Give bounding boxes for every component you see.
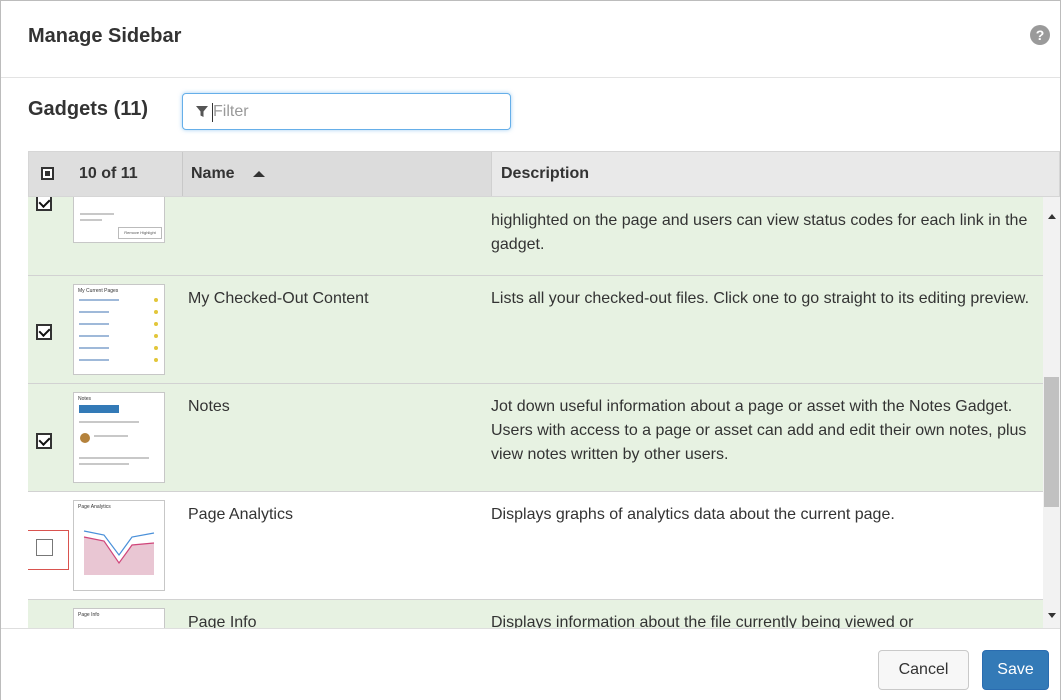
help-icon[interactable]: ? xyxy=(1030,25,1050,45)
gadget-description: Lists all your checked-out files. Click … xyxy=(491,290,1030,307)
filter-field[interactable] xyxy=(182,93,511,130)
row-checkbox[interactable] xyxy=(36,324,52,340)
gadget-name: Page Info xyxy=(188,614,257,628)
table-row[interactable]: Page Analytics Page Analytics Displays g… xyxy=(28,492,1043,600)
gadget-description: Displays information about the file curr… xyxy=(491,614,914,628)
description-column-header: Description xyxy=(491,152,1060,196)
dialog-footer: Cancel Save xyxy=(1,628,1060,700)
name-column-header[interactable]: Name xyxy=(182,152,492,196)
save-button[interactable]: Save xyxy=(982,650,1049,690)
name-column-label: Name xyxy=(191,165,235,182)
thumbnail-button: Remove Highlight xyxy=(118,227,162,239)
thumbnail-title: Page Analytics xyxy=(78,504,111,510)
gadget-thumbnail: Page Analytics xyxy=(73,500,165,591)
select-all-header[interactable]: 10 of 11 xyxy=(29,152,182,196)
row-checkbox[interactable] xyxy=(36,197,52,211)
gadget-list: Remove Highlight highlighted on the page… xyxy=(28,197,1043,628)
dialog-title: Manage Sidebar xyxy=(28,25,182,47)
selection-count: 10 of 11 xyxy=(79,165,138,182)
funnel-icon xyxy=(196,106,208,117)
manage-sidebar-dialog: Manage Sidebar ? Gadgets (11) 10 of 11 N… xyxy=(0,0,1061,700)
thumbnail-title: Notes xyxy=(78,396,92,402)
cancel-button[interactable]: Cancel xyxy=(878,650,969,690)
description-column-label: Description xyxy=(501,165,590,182)
gadget-description: Displays graphs of analytics data about … xyxy=(491,506,895,523)
scroll-up-icon[interactable] xyxy=(1048,214,1056,219)
focus-outline xyxy=(28,530,69,570)
gadget-thumbnail: Remove Highlight xyxy=(73,197,165,243)
gadget-thumbnail: Page Info xyxy=(73,608,165,628)
table-row[interactable]: My Current Pages My Checked-Out Content … xyxy=(28,276,1043,384)
gadget-thumbnail: My Current Pages xyxy=(73,284,165,375)
table-row[interactable]: Remove Highlight highlighted on the page… xyxy=(28,197,1043,276)
gadget-name: Notes xyxy=(188,398,230,415)
table-row[interactable]: Page Info Page Info Displays information… xyxy=(28,600,1043,628)
gadget-name: Page Analytics xyxy=(188,506,293,523)
row-checkbox[interactable] xyxy=(36,433,52,449)
gadget-thumbnail: Notes xyxy=(73,392,165,483)
scrollbar[interactable] xyxy=(1043,197,1060,628)
thumbnail-title: Page Info xyxy=(78,612,100,618)
table-header: 10 of 11 Name Description xyxy=(28,151,1060,197)
sort-ascending-icon xyxy=(253,171,265,177)
select-all-checkbox[interactable] xyxy=(41,167,54,180)
analytics-chart-icon xyxy=(83,530,155,575)
gadget-description: highlighted on the page and users can vi… xyxy=(491,212,1028,253)
filter-input[interactable] xyxy=(213,101,493,123)
table-row[interactable]: Notes Notes Jot down useful information … xyxy=(28,384,1043,492)
scroll-down-icon[interactable] xyxy=(1048,613,1056,618)
scrollbar-thumb[interactable] xyxy=(1044,377,1059,507)
dialog-header: Manage Sidebar ? xyxy=(1,1,1060,78)
thumbnail-title: My Current Pages xyxy=(78,288,119,294)
gadget-description: Jot down useful information about a page… xyxy=(491,398,1027,463)
gadgets-count-label: Gadgets (11) xyxy=(28,98,149,120)
gadget-name: My Checked-Out Content xyxy=(188,290,369,307)
